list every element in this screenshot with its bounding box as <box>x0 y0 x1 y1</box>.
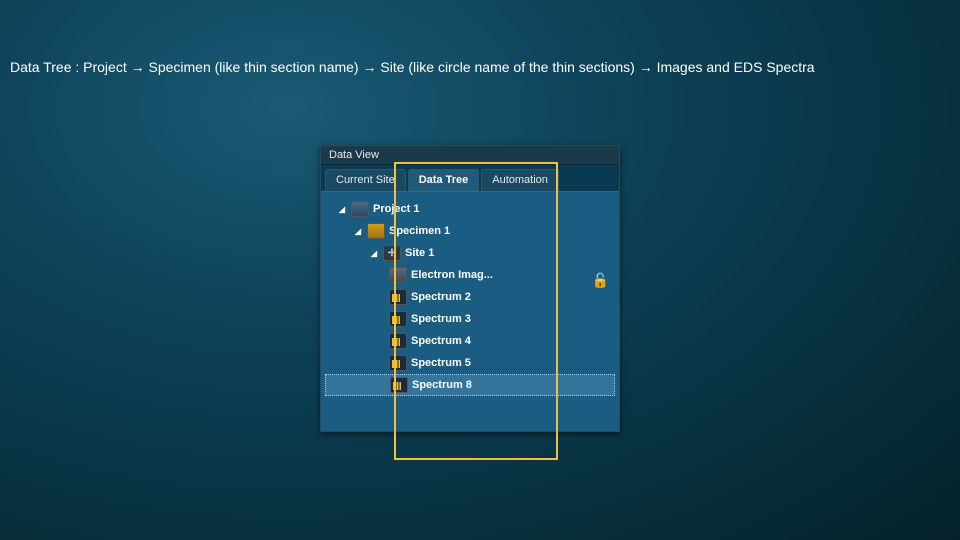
tree-item[interactable]: Spectrum 2 <box>325 286 615 308</box>
tree-label: Project 1 <box>373 203 419 215</box>
tree-label: Spectrum 2 <box>411 291 471 303</box>
expand-arrow-icon[interactable]: ◢ <box>337 204 347 214</box>
spectrum-icon <box>389 333 407 349</box>
project-icon <box>351 201 369 217</box>
tree-label: Specimen 1 <box>389 225 450 237</box>
tree-label: Spectrum 3 <box>411 313 471 325</box>
data-view-panel: Data View Current Site Data Tree Automat… <box>320 145 620 432</box>
tab-current-site[interactable]: Current Site <box>325 169 406 191</box>
tree-item[interactable]: Spectrum 3 <box>325 308 615 330</box>
tree-project[interactable]: ◢ Project 1 <box>325 198 615 220</box>
tab-automation[interactable]: Automation <box>481 169 559 191</box>
unlock-icon[interactable]: 🔓 <box>592 272 609 289</box>
specimen-icon <box>367 223 385 239</box>
panel-title: Data View <box>321 146 619 165</box>
tree-label: Electron Imag... <box>411 269 493 281</box>
tree-specimen[interactable]: ◢ Specimen 1 <box>325 220 615 242</box>
tree-label: Spectrum 8 <box>412 379 472 391</box>
spectrum-icon <box>389 289 407 305</box>
tree-item[interactable]: Spectrum 8 <box>325 374 615 396</box>
expand-arrow-icon[interactable]: ◢ <box>369 248 379 258</box>
slide-caption: Data Tree : Project → Specimen (like thi… <box>10 58 940 78</box>
tree-label: Spectrum 4 <box>411 335 471 347</box>
tree-item[interactable]: Spectrum 5 <box>325 352 615 374</box>
tree-label: Spectrum 5 <box>411 357 471 369</box>
tree-item[interactable]: Electron Imag... <box>325 264 615 286</box>
tree-area: 🔓 ◢ Project 1 ◢ Specimen 1 ◢ Site 1 Elec… <box>321 191 619 431</box>
spectrum-icon <box>389 311 407 327</box>
expand-arrow-icon[interactable]: ◢ <box>353 226 363 236</box>
site-icon <box>383 245 401 261</box>
tab-bar: Current Site Data Tree Automation <box>321 165 619 191</box>
tree-item[interactable]: Spectrum 4 <box>325 330 615 352</box>
spectrum-icon <box>389 355 407 371</box>
tree-site[interactable]: ◢ Site 1 <box>325 242 615 264</box>
tab-data-tree[interactable]: Data Tree <box>408 169 480 191</box>
image-icon <box>389 267 407 283</box>
tree-label: Site 1 <box>405 247 434 259</box>
spectrum-icon <box>390 377 408 393</box>
